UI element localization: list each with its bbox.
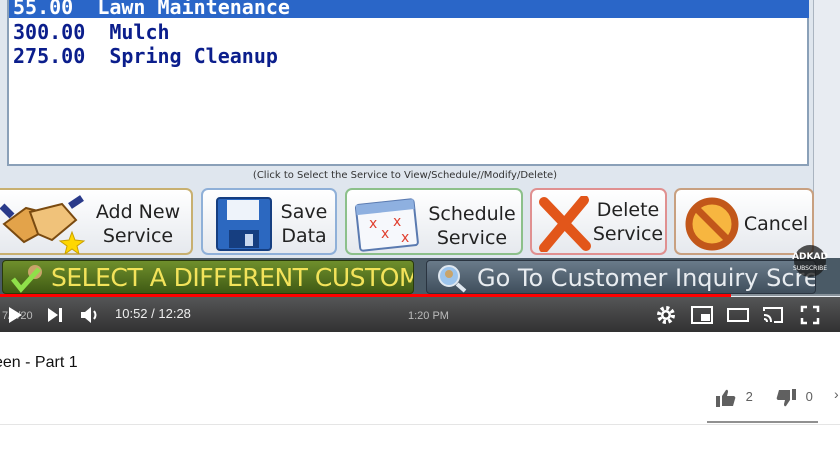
more-actions-icon[interactable]: ›	[834, 386, 839, 402]
customer-inquiry-button[interactable]: Go To Customer Inquiry Screen	[426, 260, 816, 294]
list-item-lawn-maintenance[interactable]: 55.00 Lawn Maintenance	[9, 0, 809, 18]
add-button-line1: Add New	[95, 201, 181, 223]
delete-service-button[interactable]: Delete Service	[530, 188, 667, 255]
volume-icon[interactable]	[80, 306, 100, 329]
next-icon[interactable]	[47, 307, 63, 328]
settings-gear-icon[interactable]	[656, 305, 676, 330]
save-button-line1: Save	[280, 201, 328, 223]
background-clock: 1:20 PM	[408, 310, 449, 322]
svg-text:x: x	[381, 226, 389, 242]
theater-mode-icon[interactable]	[727, 307, 749, 328]
cancel-button-label: Cancel	[743, 213, 809, 235]
save-button-line2: Data	[281, 225, 327, 247]
thumbs-up-icon	[716, 389, 736, 407]
delete-button-line1: Delete	[596, 199, 660, 221]
inquiry-label: Go To Customer Inquiry Screen	[477, 264, 816, 292]
delete-button-line2: Service	[592, 223, 664, 245]
svg-text:ADKAD: ADKAD	[792, 252, 828, 262]
like-count: 2	[745, 389, 753, 405]
cancel-circle-icon	[684, 196, 740, 258]
cast-icon[interactable]	[762, 305, 784, 330]
schedule-service-button[interactable]: x x x x Schedule Service	[345, 188, 523, 255]
save-data-button[interactable]: Save Data	[201, 188, 337, 255]
video-player[interactable]: 55.00 Lawn Maintenance 300.00 Mulch 275.…	[0, 0, 840, 332]
services-list[interactable]: 55.00 Lawn Maintenance 300.00 Mulch 275.…	[7, 0, 809, 166]
select-customer-label: SELECT A DIFFERENT CUSTOMER	[51, 263, 414, 292]
like-button[interactable]: 2	[716, 389, 753, 407]
channel-watermark: ADKAD SUBSCRIBE	[790, 243, 830, 283]
dislike-count: 0	[805, 389, 813, 405]
floppy-disk-icon	[215, 196, 273, 258]
thumbs-down-icon	[776, 389, 796, 407]
fullscreen-icon[interactable]	[800, 305, 820, 330]
checkmark-user-icon	[9, 263, 49, 293]
select-different-customer-button[interactable]: SELECT A DIFFERENT CUSTOMER	[2, 260, 414, 294]
add-new-service-button[interactable]: Add New Service	[0, 188, 193, 256]
miniplayer-icon[interactable]	[691, 306, 713, 329]
svg-text:x: x	[369, 216, 377, 232]
player-controls: 7/4/20 1:20 PM 10:52 / 12:28	[0, 297, 840, 332]
schedule-button-line1: Schedule	[428, 203, 516, 225]
list-scrollbar[interactable]	[813, 0, 840, 262]
time-display: 10:52 / 12:28	[115, 306, 191, 321]
delete-x-icon	[538, 195, 592, 258]
list-item-spring-cleanup[interactable]: 275.00 Spring Cleanup	[9, 45, 809, 67]
section-divider	[0, 424, 840, 425]
svg-text:SUBSCRIBE: SUBSCRIBE	[793, 265, 827, 272]
sentiment-bar	[707, 421, 818, 423]
list-item-mulch[interactable]: 300.00 Mulch	[9, 21, 809, 43]
handshake-icon	[0, 194, 86, 260]
dislike-button[interactable]: 0	[776, 389, 813, 407]
play-icon[interactable]	[7, 306, 23, 329]
search-person-icon	[433, 263, 469, 293]
svg-text:x: x	[401, 230, 409, 246]
svg-text:x: x	[393, 214, 401, 230]
calendar-icon: x x x x	[354, 196, 421, 258]
video-title: een - Part 1	[0, 354, 78, 371]
instruction-hint: (Click to Select the Service to View/Sch…	[252, 170, 558, 181]
add-button-line2: Service	[102, 225, 174, 247]
schedule-button-line2: Service	[436, 227, 508, 249]
